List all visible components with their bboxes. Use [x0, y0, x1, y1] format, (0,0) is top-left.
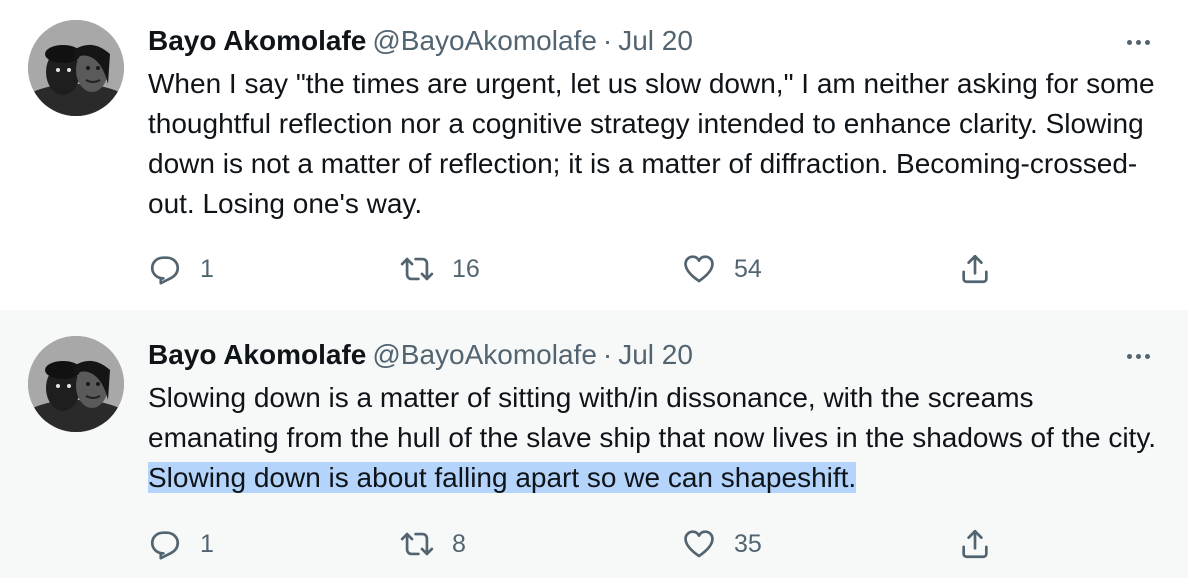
tweet-header: Bayo Akomolafe @BayoAkomolafe · Jul 20	[148, 24, 693, 58]
tweet-actions: 1 16 54	[148, 249, 1008, 289]
more-horizontal-icon[interactable]	[1120, 24, 1156, 60]
avatar[interactable]	[28, 20, 124, 116]
tweet-text: When I say "the times are urgent, let us…	[148, 68, 1155, 219]
heart-icon	[684, 255, 714, 283]
author-handle[interactable]: @BayoAkomolafe	[372, 25, 597, 56]
author-name[interactable]: Bayo Akomolafe	[148, 339, 366, 370]
reply-button[interactable]: 1	[148, 249, 214, 289]
author-name[interactable]: Bayo Akomolafe	[148, 25, 366, 56]
reply-button[interactable]: 1	[148, 524, 214, 564]
tweet[interactable]: Bayo Akomolafe @BayoAkomolafe · Jul 20 When…	[0, 0, 1188, 310]
reply-icon	[150, 256, 180, 285]
avatar[interactable]	[28, 336, 124, 432]
heart-icon	[684, 530, 714, 558]
author-handle[interactable]: @BayoAkomolafe	[372, 339, 597, 370]
tweet[interactable]: Bayo Akomolafe @BayoAkomolafe · Jul 20 Slow…	[0, 310, 1188, 578]
tweet-text: Slowing down is a matter of sitting with…	[148, 378, 1158, 498]
reply-count: 1	[200, 529, 214, 558]
tweet-date[interactable]: Jul 20	[618, 25, 693, 56]
tweet-date[interactable]: Jul 20	[618, 339, 693, 370]
more-horizontal-icon[interactable]	[1120, 338, 1156, 374]
tweet-text-selected: Slowing down is about falling apart so w…	[148, 462, 857, 493]
share-icon	[962, 254, 988, 284]
retweet-button[interactable]: 8	[400, 524, 466, 564]
reply-count: 1	[200, 254, 214, 283]
like-count: 54	[734, 254, 762, 283]
retweet-icon	[400, 257, 434, 281]
separator: ·	[602, 339, 613, 370]
share-button[interactable]	[958, 524, 992, 564]
like-button[interactable]: 35	[682, 524, 762, 564]
separator: ·	[602, 25, 613, 56]
retweet-icon	[400, 532, 434, 556]
tweet-actions: 1 8 35	[148, 524, 1008, 564]
retweet-count: 8	[452, 529, 466, 558]
retweet-count: 16	[452, 254, 480, 283]
tweet-text-plain: Slowing down is a matter of sitting with…	[148, 382, 1157, 453]
tweet-header: Bayo Akomolafe @BayoAkomolafe · Jul 20	[148, 338, 693, 372]
retweet-button[interactable]: 16	[400, 249, 480, 289]
share-icon	[962, 529, 988, 559]
like-count: 35	[734, 529, 762, 558]
like-button[interactable]: 54	[682, 249, 762, 289]
reply-icon	[150, 531, 180, 560]
share-button[interactable]	[958, 249, 992, 289]
